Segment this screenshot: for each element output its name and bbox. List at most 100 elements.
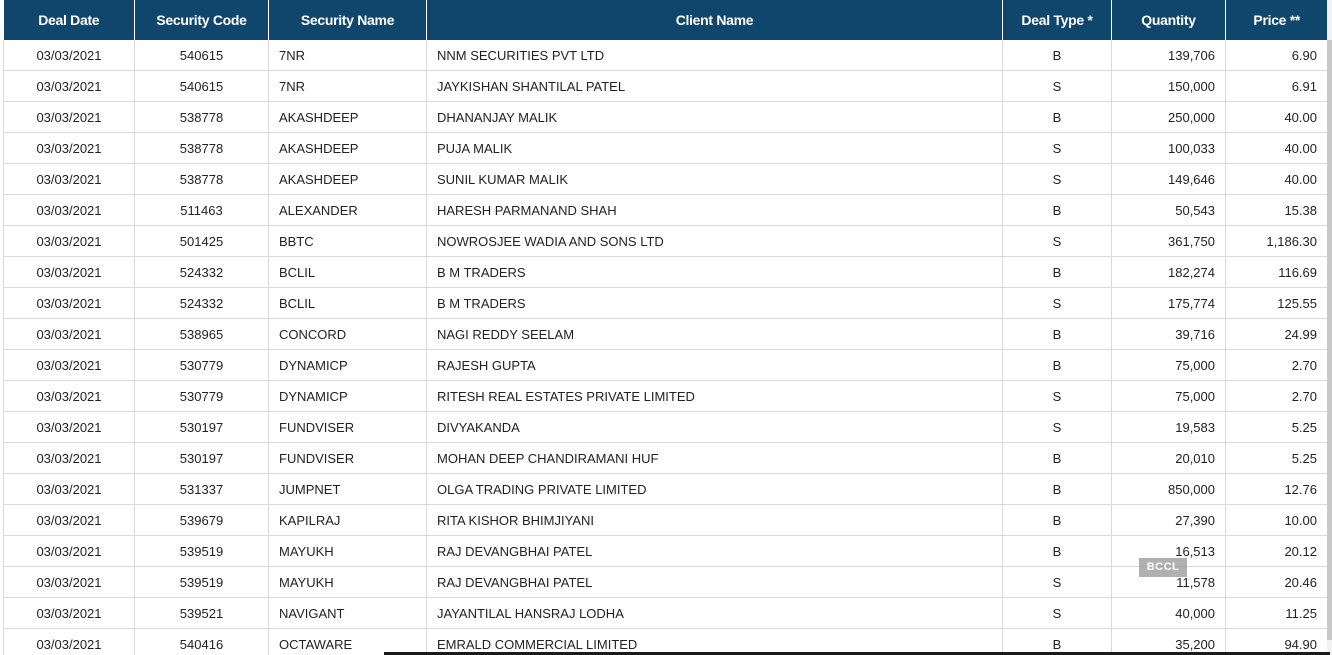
cell-deal-type: S [1002, 70, 1112, 102]
cell-security-name: AKASHDEEP [268, 163, 427, 195]
col-header-security-code[interactable]: Security Code [134, 0, 269, 40]
cell-price: 2.70 [1225, 349, 1327, 381]
cell-client-name: JAYANTILAL HANSRAJ LODHA [426, 597, 1003, 629]
table-row: 03/03/2021 524332 BCLIL B M TRADERS B 182,274… [3, 256, 1327, 288]
cell-security-code: 530197 [134, 442, 269, 474]
col-header-deal-date[interactable]: Deal Date [3, 0, 135, 40]
bulk-deals-table: Deal Date Security Code Security Name Cl… [3, 0, 1327, 655]
cell-security-code: 540416 [134, 628, 269, 655]
cell-price: 1,186.30 [1225, 225, 1327, 257]
cell-security-name: MAYUKH [268, 566, 427, 598]
cell-client-name: B M TRADERS [426, 256, 1003, 288]
cell-security-code: 538778 [134, 163, 269, 195]
cell-security-code: 530779 [134, 380, 269, 412]
cell-deal-type: B [1002, 442, 1112, 474]
cell-price: 15.38 [1225, 194, 1327, 226]
cell-security-name: JUMPNET [268, 473, 427, 505]
deals-table-container: Deal Date Security Code Security Name Cl… [3, 0, 1327, 655]
cell-security-name: DYNAMICP [268, 349, 427, 381]
cell-price: 20.12 [1225, 535, 1327, 567]
table-body: 03/03/2021 540615 7NR NNM SECURITIES PVT LT… [3, 40, 1327, 655]
cell-security-name: MAYUKH [268, 535, 427, 567]
col-header-client-name[interactable]: Client Name [426, 0, 1003, 40]
cell-security-name: FUNDVISER [268, 411, 427, 443]
cell-client-name: JAYKISHAN SHANTILAL PATEL [426, 70, 1003, 102]
cell-price: 6.90 [1225, 40, 1327, 71]
cell-security-name: AKASHDEEP [268, 101, 427, 133]
cell-security-name: AKASHDEEP [268, 132, 427, 164]
cell-deal-type: S [1002, 597, 1112, 629]
cell-client-name: MOHAN DEEP CHANDIRAMANI HUF [426, 442, 1003, 474]
cell-security-code: 539521 [134, 597, 269, 629]
cell-quantity: 175,774 [1111, 287, 1226, 319]
cell-client-name: NNM SECURITIES PVT LTD [426, 40, 1003, 71]
cell-deal-date: 03/03/2021 [3, 194, 135, 226]
cell-deal-date: 03/03/2021 [3, 442, 135, 474]
cell-client-name: NAGI REDDY SEELAM [426, 318, 1003, 350]
cell-quantity: 149,646 [1111, 163, 1226, 195]
table-row: 03/03/2021 530779 DYNAMICP RITESH REAL ESTA… [3, 380, 1327, 412]
cell-security-code: 540615 [134, 70, 269, 102]
cell-client-name: DIVYAKANDA [426, 411, 1003, 443]
cell-client-name: NOWROSJEE WADIA AND SONS LTD [426, 225, 1003, 257]
cell-deal-date: 03/03/2021 [3, 566, 135, 598]
cell-quantity: 75,000 [1111, 349, 1226, 381]
cell-deal-type: B [1002, 504, 1112, 536]
table-row: 03/03/2021 531337 JUMPNET OLGA TRADING PRIV… [3, 473, 1327, 505]
col-header-deal-type[interactable]: Deal Type * [1002, 0, 1112, 40]
table-row: 03/03/2021 539519 MAYUKH RAJ DEVANGBHAI PAT… [3, 566, 1327, 598]
cell-quantity: 75,000 [1111, 380, 1226, 412]
table-row: 03/03/2021 538778 AKASHDEEP DHANANJAY MALIK… [3, 101, 1327, 133]
cell-security-name: 7NR [268, 40, 427, 71]
cell-security-code: 531337 [134, 473, 269, 505]
cell-security-name: FUNDVISER [268, 442, 427, 474]
cell-price: 5.25 [1225, 411, 1327, 443]
cell-security-code: 538965 [134, 318, 269, 350]
table-row: 03/03/2021 530197 FUNDVISER DIVYAKANDA S 19,5… [3, 411, 1327, 443]
cell-price: 2.70 [1225, 380, 1327, 412]
cell-security-code: 524332 [134, 287, 269, 319]
cell-deal-date: 03/03/2021 [3, 349, 135, 381]
table-row: 03/03/2021 539521 NAVIGANT JAYANTILAL HANSR… [3, 597, 1327, 629]
cell-client-name: RAJ DEVANGBHAI PATEL [426, 566, 1003, 598]
cell-security-name: KAPILRAJ [268, 504, 427, 536]
cell-deal-type: B [1002, 256, 1112, 288]
cell-deal-type: S [1002, 163, 1112, 195]
cell-price: 20.46 [1225, 566, 1327, 598]
cell-deal-type: B [1002, 40, 1112, 71]
cell-price: 12.76 [1225, 473, 1327, 505]
cell-client-name: RITESH REAL ESTATES PRIVATE LIMITED [426, 380, 1003, 412]
cell-price: 10.00 [1225, 504, 1327, 536]
cell-quantity: 39,716 [1111, 318, 1226, 350]
vertical-scroll-thumb[interactable] [1327, 40, 1332, 640]
cell-security-name: NAVIGANT [268, 597, 427, 629]
col-header-security-name[interactable]: Security Name [268, 0, 427, 40]
cell-deal-type: B [1002, 194, 1112, 226]
cell-deal-type: B [1002, 318, 1112, 350]
cell-quantity: 50,543 [1111, 194, 1226, 226]
table-row: 03/03/2021 530197 FUNDVISER MOHAN DEEP CHAN… [3, 442, 1327, 474]
cell-deal-date: 03/03/2021 [3, 70, 135, 102]
cell-deal-date: 03/03/2021 [3, 504, 135, 536]
cell-client-name: PUJA MALIK [426, 132, 1003, 164]
cell-deal-date: 03/03/2021 [3, 318, 135, 350]
cell-quantity: 250,000 [1111, 101, 1226, 133]
cell-deal-date: 03/03/2021 [3, 40, 135, 71]
cell-deal-type: S [1002, 380, 1112, 412]
cell-security-code: 511463 [134, 194, 269, 226]
cell-security-name: BCLIL [268, 256, 427, 288]
bccl-watermark: BCCL [1139, 558, 1187, 577]
cell-deal-date: 03/03/2021 [3, 628, 135, 655]
cell-price: 5.25 [1225, 442, 1327, 474]
table-row: 03/03/2021 530779 DYNAMICP RAJESH GUPTA B 75,… [3, 349, 1327, 381]
cell-quantity: 40,000 [1111, 597, 1226, 629]
cell-deal-type: S [1002, 287, 1112, 319]
table-row: 03/03/2021 540615 7NR JAYKISHAN SHANTILAL P… [3, 70, 1327, 102]
vertical-scrollbar[interactable] [1327, 0, 1332, 655]
table-row: 03/03/2021 538778 AKASHDEEP PUJA MALIK S 100,… [3, 132, 1327, 164]
col-header-quantity[interactable]: Quantity [1111, 0, 1226, 40]
cell-security-code: 539519 [134, 535, 269, 567]
cell-client-name: RAJ DEVANGBHAI PATEL [426, 535, 1003, 567]
cell-quantity: 150,000 [1111, 70, 1226, 102]
col-header-price[interactable]: Price ** [1225, 0, 1327, 40]
